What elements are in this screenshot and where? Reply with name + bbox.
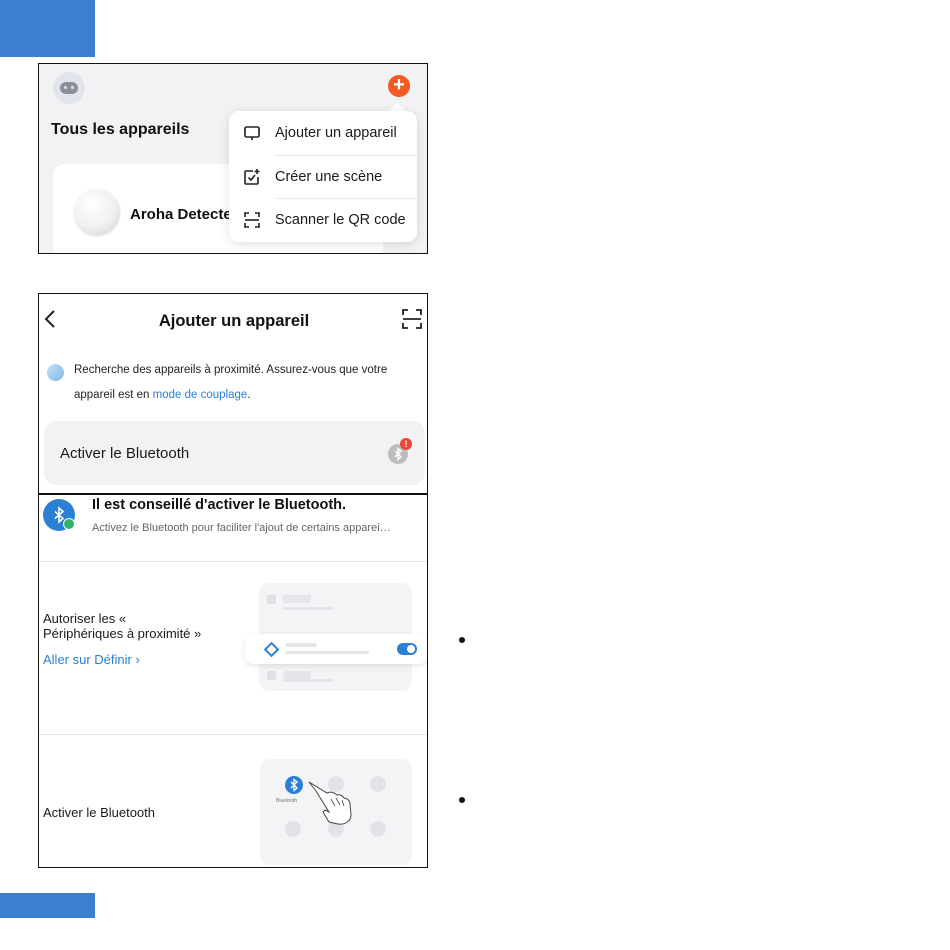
create-scene-icon — [242, 167, 262, 187]
menu-item-scan-qr[interactable]: Scanner le QR code — [229, 198, 417, 242]
add-menu-popup: Ajouter un appareil Créer une scène Scan… — [229, 111, 417, 242]
menu-item-add-device[interactable]: Ajouter un appareil — [229, 111, 417, 155]
device-name: Aroha Detecte — [130, 206, 232, 223]
bluetooth-row-label: Activer le Bluetooth — [60, 445, 190, 462]
scan-qr-icon — [242, 210, 262, 230]
decorative-bar-top — [0, 0, 95, 57]
add-device-icon — [242, 123, 262, 143]
device-image — [74, 189, 120, 235]
bluetooth-icon — [285, 776, 303, 794]
menu-item-label: Ajouter un appareil — [275, 125, 397, 141]
tip-subtitle: Activez le Bluetooth pour faciliter l'aj… — [92, 522, 391, 534]
avatar-icon[interactable] — [53, 72, 85, 104]
divider — [39, 734, 427, 735]
tip-title: Il est conseillé d'activer le Bluetooth. — [92, 497, 347, 513]
decorative-bar-bottom — [0, 893, 95, 918]
menu-item-create-scene[interactable]: Créer une scène — [229, 155, 417, 199]
alert-badge-icon: ! — [400, 438, 412, 450]
nearby-devices-instruction: Autoriser les « Périphériques à proximit… — [43, 611, 202, 641]
toggle-on-icon — [397, 643, 417, 655]
pairing-mode-link[interactable]: mode de couplage — [153, 389, 248, 401]
divider — [39, 561, 427, 562]
panel-divider — [39, 493, 427, 495]
bullet-point — [459, 797, 465, 803]
screenshot-device-list: + Tous les appareils Aroha Detecte Ajout… — [38, 63, 428, 254]
chevron-right-icon: › — [135, 652, 140, 667]
enable-bluetooth-row[interactable]: Activer le Bluetooth ! — [44, 421, 425, 485]
go-to-settings-link[interactable]: Aller sur Définir › — [43, 652, 140, 667]
menu-item-label: Créer une scène — [275, 169, 383, 185]
nearby-devices-toggle-illustration — [245, 634, 427, 664]
search-status-text: Recherche des appareils à proximité. Ass… — [74, 364, 388, 401]
check-badge-icon — [63, 518, 75, 530]
scan-qr-icon[interactable] — [401, 308, 423, 330]
pointing-hand-icon — [307, 779, 357, 832]
page-title: Ajouter un appareil — [158, 312, 310, 330]
screenshot-add-device: Ajouter un appareil Recherche des appare… — [38, 293, 428, 868]
enable-bluetooth-instruction: Activer le Bluetooth — [43, 805, 156, 820]
menu-item-label: Scanner le QR code — [275, 212, 406, 228]
illustration-caption: Bluetooth — [276, 798, 298, 804]
add-button[interactable]: + — [388, 75, 410, 97]
searching-spinner-icon — [47, 364, 64, 381]
bullet-point — [459, 637, 465, 643]
diamond-icon — [263, 641, 280, 658]
section-title: Tous les appareils — [51, 121, 190, 138]
